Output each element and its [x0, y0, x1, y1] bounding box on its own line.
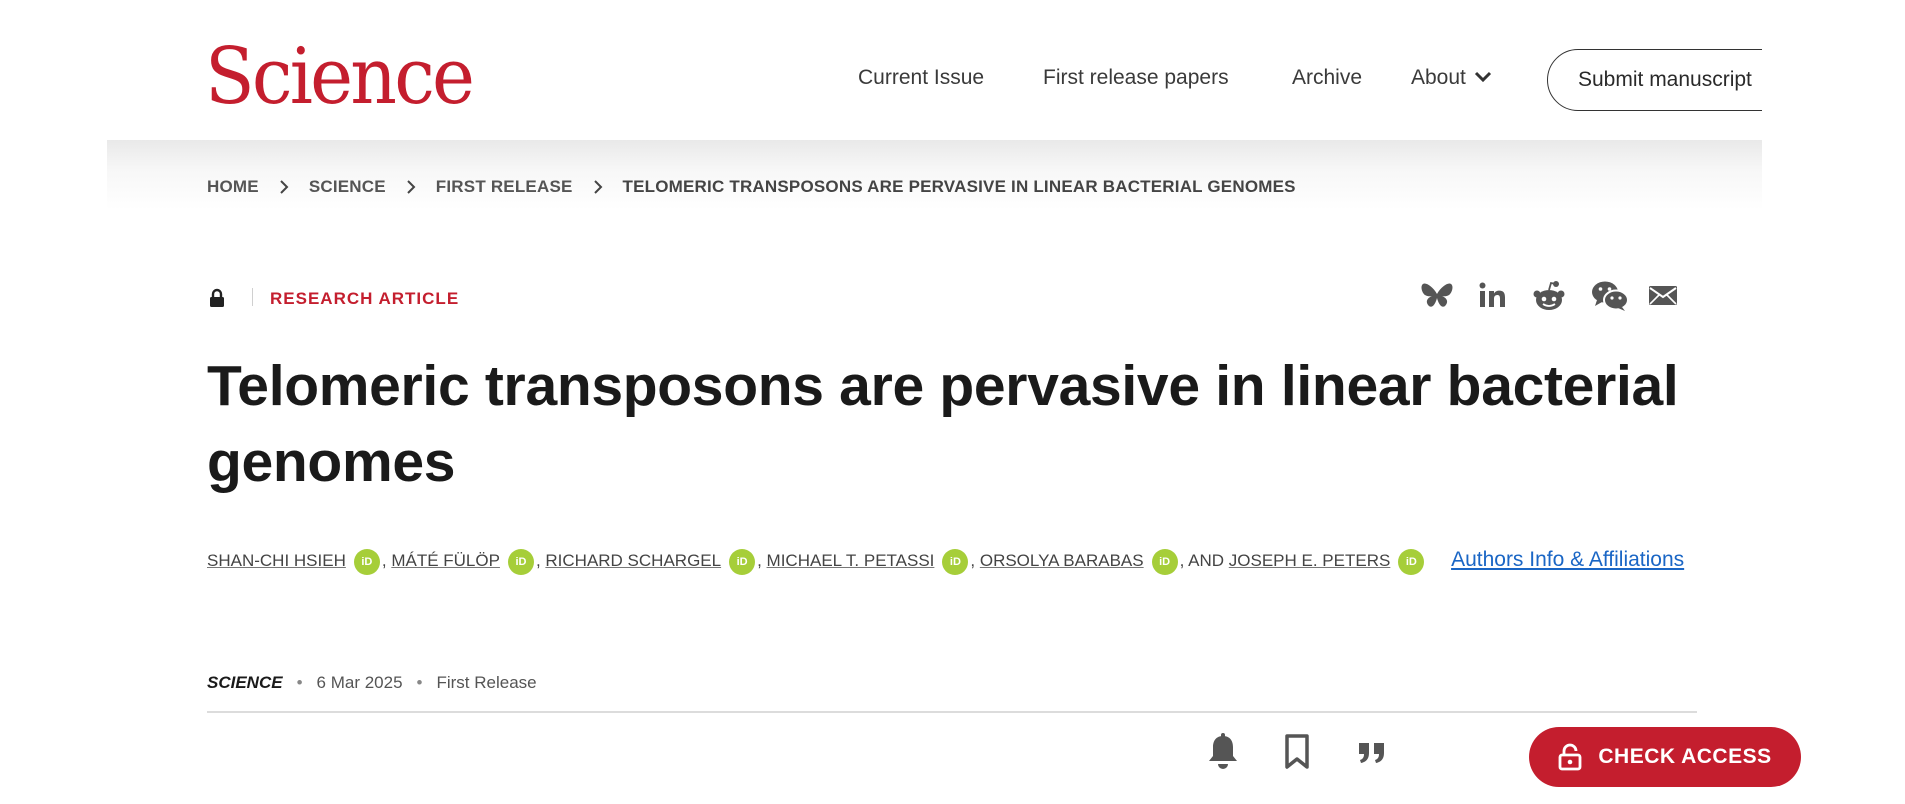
- chevron-right-icon: [279, 179, 289, 195]
- author-link[interactable]: JOSEPH E. PETERS: [1229, 551, 1391, 570]
- site-header: Science Current Issue First release pape…: [107, 0, 1762, 140]
- page: Science Current Issue First release pape…: [107, 0, 1801, 804]
- orcid-icon[interactable]: iD: [1151, 548, 1178, 575]
- publication-section[interactable]: First Release: [436, 673, 536, 693]
- breadcrumb-science[interactable]: SCIENCE: [309, 177, 386, 197]
- chevron-right-icon: [593, 179, 603, 195]
- breadcrumb-home[interactable]: HOME: [207, 177, 259, 197]
- separator-dot: •: [416, 673, 423, 692]
- nav-about-label: About: [1411, 66, 1466, 89]
- and-label: AND: [1188, 551, 1225, 570]
- unlock-icon: [1558, 743, 1582, 771]
- author-link[interactable]: ORSOLYA BARABAS: [980, 551, 1144, 570]
- bell-icon[interactable]: [1206, 733, 1240, 776]
- nav-about[interactable]: About: [1411, 66, 1492, 90]
- bookmark-icon[interactable]: [1282, 733, 1312, 776]
- orcid-icon[interactable]: iD: [507, 548, 534, 575]
- submit-manuscript-button[interactable]: Submit manuscript: [1547, 49, 1762, 111]
- quote-icon[interactable]: [1357, 733, 1387, 776]
- orcid-icon[interactable]: iD: [942, 548, 969, 575]
- publication-date: 6 Mar 2025: [316, 673, 403, 692]
- breadcrumb-current: TELOMERIC TRANSPOSONS ARE PERVASIVE IN L…: [622, 177, 1296, 196]
- author-link[interactable]: MÁTÉ FÜLÖP: [391, 551, 500, 570]
- check-access-button[interactable]: CHECK ACCESS: [1529, 727, 1801, 787]
- article-type-label: RESEARCH ARTICLE: [270, 289, 460, 308]
- submit-clip: Submit manuscript: [1547, 40, 1762, 120]
- journal-name[interactable]: SCIENCE: [207, 673, 283, 693]
- nav-current-issue[interactable]: Current Issue: [858, 66, 984, 90]
- nav-archive[interactable]: Archive: [1292, 66, 1362, 90]
- author-list: SHAN-CHI HSIEH iD, MÁTÉ FÜLÖP iD, RICHARD …: [207, 535, 1707, 586]
- breadcrumb: HOME SCIENCE FIRST RELEASE TELOMERIC TRA…: [207, 177, 1296, 197]
- separator-dot: •: [296, 673, 303, 692]
- breadcrumb-first-release[interactable]: FIRST RELEASE: [436, 177, 573, 197]
- check-access-label: CHECK ACCESS: [1598, 745, 1772, 768]
- publication-info: SCIENCE • 6 Mar 2025 • First Release: [207, 673, 537, 693]
- email-icon[interactable]: [1648, 280, 1678, 315]
- science-logo[interactable]: Science: [205, 38, 475, 116]
- linkedin-icon[interactable]: [1477, 280, 1507, 315]
- bluesky-icon[interactable]: [1420, 280, 1454, 315]
- orcid-icon[interactable]: iD: [729, 548, 756, 575]
- chevron-down-icon: [1474, 66, 1492, 90]
- orcid-icon[interactable]: iD: [1398, 548, 1425, 575]
- author-link[interactable]: RICHARD SCHARGEL: [545, 551, 721, 570]
- divider: [207, 711, 1697, 713]
- authors-info-link[interactable]: Authors Info & Affiliations: [1451, 548, 1684, 571]
- author-link[interactable]: MICHAEL T. PETASSI: [767, 551, 935, 570]
- wechat-icon[interactable]: [1591, 280, 1629, 317]
- lock-icon: [209, 288, 225, 313]
- orcid-icon[interactable]: iD: [353, 548, 380, 575]
- author-link[interactable]: SHAN-CHI HSIEH: [207, 551, 346, 570]
- chevron-right-icon: [406, 179, 416, 195]
- article-title: Telomeric transposons are pervasive in l…: [207, 354, 1679, 494]
- meta-divider: [252, 288, 253, 306]
- reddit-icon[interactable]: [1532, 280, 1566, 317]
- nav-first-release-papers[interactable]: First release papers: [1043, 66, 1229, 90]
